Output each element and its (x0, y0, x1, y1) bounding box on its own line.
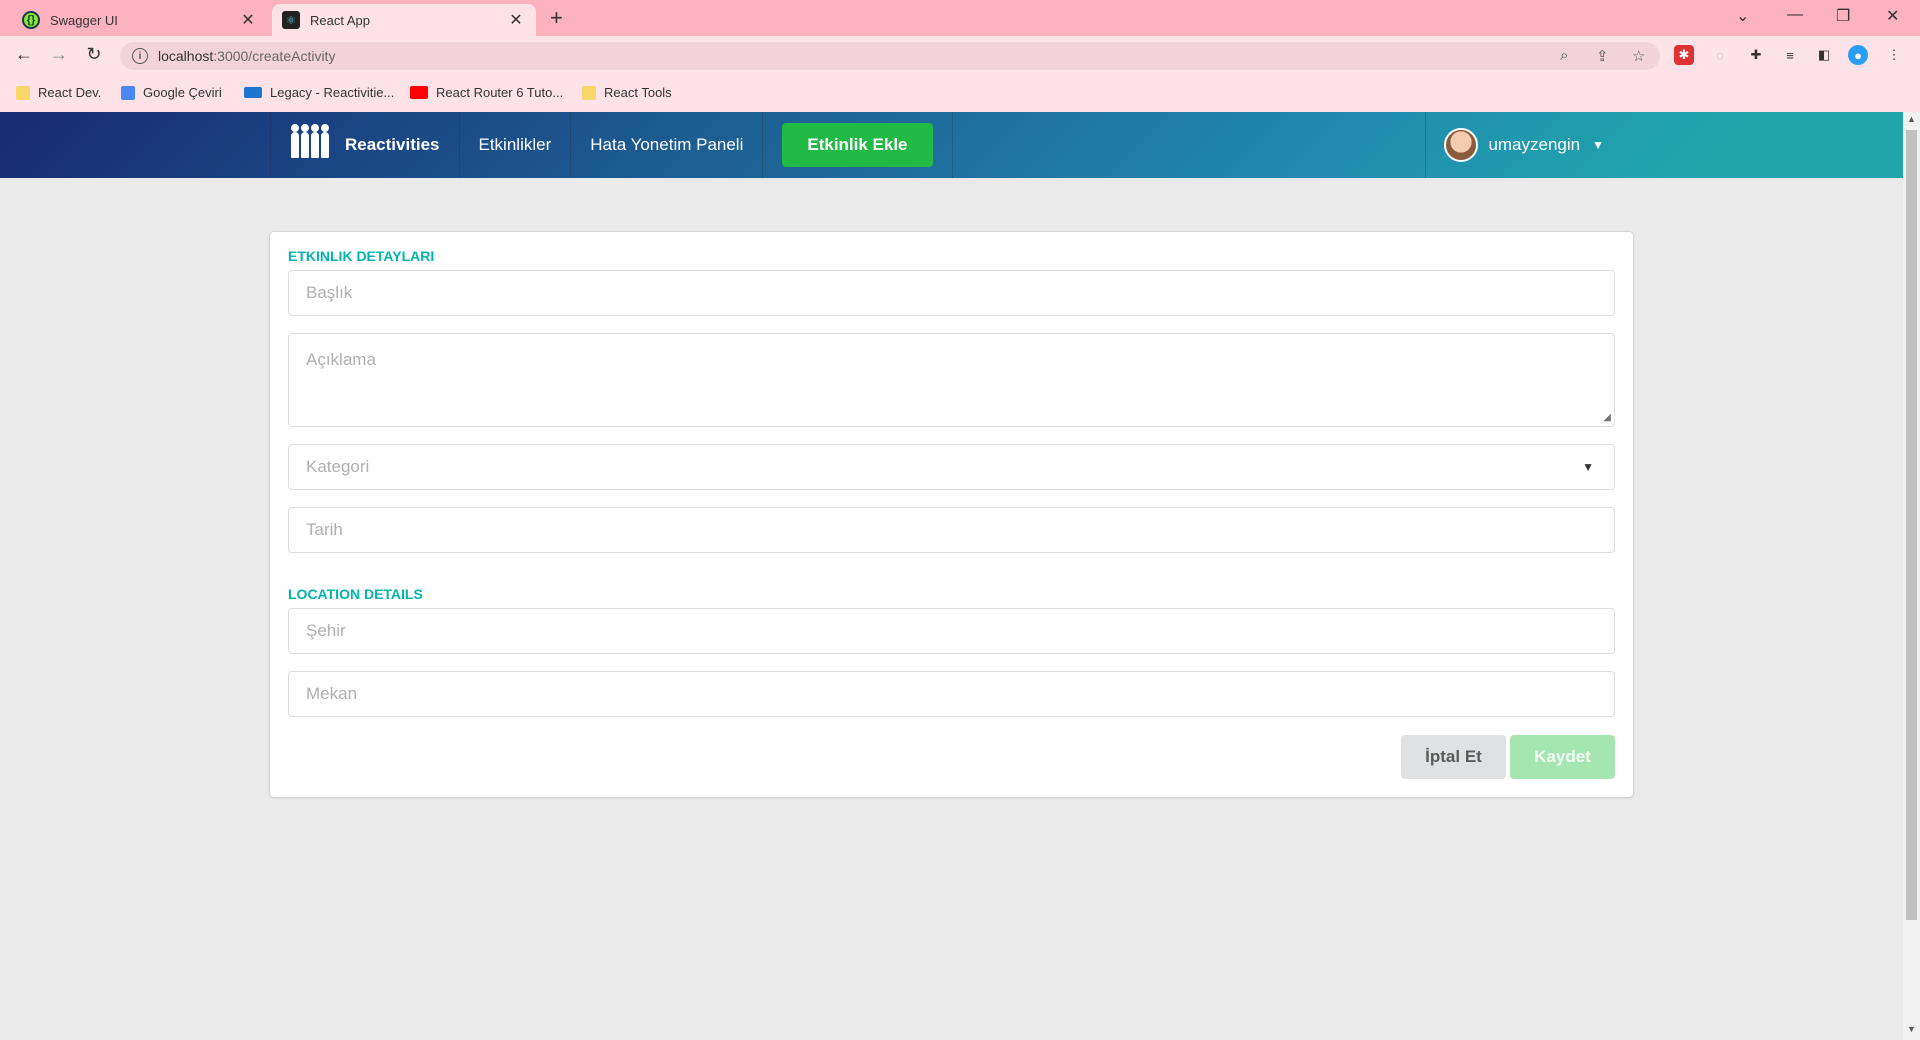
close-tab-icon[interactable]: ✕ (506, 10, 526, 30)
google-translate-icon (121, 85, 135, 100)
address-bar[interactable]: i localhost:3000/createActivity ⌕ ⇪ ☆ (120, 42, 1660, 70)
folder-icon (16, 85, 30, 100)
city-input[interactable]: Şehir (288, 608, 1615, 654)
venue-placeholder: Mekan (306, 684, 358, 703)
city-placeholder: Şehir (306, 621, 346, 640)
extensions-puzzle-icon[interactable]: ✚ (1746, 45, 1766, 65)
bookmark-label: React Tools (604, 85, 672, 100)
react-favicon-icon: ⚛ (282, 11, 300, 29)
tab-search-icon[interactable]: ⌄ (1736, 6, 1749, 26)
page-scrollbar[interactable]: ▲ ▼ (1903, 112, 1920, 1040)
onedrive-icon (244, 87, 262, 98)
save-button[interactable]: Kaydet (1510, 735, 1615, 779)
zoom-icon[interactable]: ⌕ (1560, 47, 1568, 64)
section-header-activity-details: ETKINLIK DETAYLARI (288, 248, 435, 264)
restore-icon[interactable]: ❐ (1836, 6, 1850, 26)
new-tab-icon[interactable]: + (550, 5, 563, 31)
bookmark-react-dev[interactable]: React Dev. (16, 85, 101, 100)
tab-title: Swagger UI (50, 12, 118, 28)
bookmark-label: Google Çeviri (143, 85, 222, 100)
tab-swagger-ui[interactable]: {} Swagger UI ✕ (12, 4, 268, 36)
scroll-down-icon[interactable]: ▼ (1903, 1024, 1920, 1034)
reactivities-logo-icon (291, 124, 331, 158)
bookmark-legacy-reactivities[interactable]: Legacy - Reactivitie... (244, 85, 394, 100)
reload-icon[interactable]: ↻ (82, 44, 106, 65)
user-menu[interactable]: umayzengin ▼ (1425, 112, 1623, 178)
extension-icon[interactable]: ◌ (1710, 45, 1730, 65)
bookmark-react-router[interactable]: React Router 6 Tuto... (410, 85, 563, 100)
side-panel-icon[interactable]: ◧ (1814, 45, 1834, 65)
bookmark-star-icon[interactable]: ☆ (1632, 47, 1645, 65)
extension-icon[interactable]: ✱ (1674, 45, 1694, 65)
date-input[interactable]: Tarih (288, 507, 1615, 553)
venue-input[interactable]: Mekan (288, 671, 1615, 717)
category-placeholder: Kategori (306, 457, 370, 476)
swagger-favicon-icon: {} (22, 11, 40, 29)
add-activity-button[interactable]: Etkinlik Ekle (782, 123, 933, 167)
media-control-icon[interactable]: ≡ (1780, 45, 1800, 65)
category-select[interactable]: Kategori ▼ (288, 444, 1615, 490)
folder-icon (582, 85, 596, 100)
nav-item-hata-yonetim-paneli[interactable]: Hata Yonetim Paneli (571, 112, 764, 178)
forward-icon[interactable]: → (47, 44, 71, 65)
title-placeholder: Başlık (306, 283, 353, 302)
bookmarks-bar: React Dev. Google Çeviri Legacy - Reacti… (0, 76, 1920, 112)
section-header-location-details: LOCATION DETAILS (288, 586, 423, 602)
avatar (1444, 128, 1479, 162)
brand-name: Reactivities (345, 135, 440, 154)
profile-icon[interactable]: ● (1848, 45, 1868, 65)
description-placeholder: Açıklama (306, 350, 376, 369)
title-input[interactable]: Başlık (288, 270, 1615, 316)
dropdown-arrow-icon: ▼ (1582, 460, 1594, 474)
bookmark-label: React Router 6 Tuto... (436, 85, 564, 100)
activity-form-card: ETKINLIK DETAYLARI Başlık Açıklama ◢ Kat… (270, 232, 1633, 797)
youtube-icon (410, 86, 428, 99)
back-icon[interactable]: ← (12, 44, 36, 65)
scroll-thumb[interactable] (1906, 130, 1917, 920)
cancel-button[interactable]: İptal Et (1401, 735, 1506, 779)
brand-link[interactable]: Reactivities (270, 112, 460, 178)
minimize-icon[interactable]: — (1787, 6, 1803, 24)
browser-tab-bar: {} Swagger UI ✕ ⚛ React App ✕ + ⌄ — ❐ ✕ (0, 0, 1920, 36)
username: umayzengin (1488, 135, 1581, 154)
site-info-icon[interactable]: i (132, 48, 148, 64)
nav-item-add-activity: Etkinlik Ekle (763, 112, 953, 178)
url-text: localhost:3000/createActivity (158, 48, 336, 64)
close-tab-icon[interactable]: ✕ (238, 10, 258, 30)
tab-title: React App (310, 12, 370, 28)
dropdown-caret-icon: ▼ (1592, 138, 1604, 152)
tab-react-app[interactable]: ⚛ React App ✕ (272, 4, 536, 36)
description-textarea[interactable]: Açıklama ◢ (288, 333, 1615, 427)
nav-item-etkinlikler[interactable]: Etkinlikler (460, 112, 572, 178)
share-icon[interactable]: ⇪ (1596, 47, 1609, 65)
resize-handle-icon[interactable]: ◢ (1603, 412, 1611, 423)
bookmark-google-ceviri[interactable]: Google Çeviri (121, 85, 222, 100)
date-placeholder: Tarih (306, 520, 343, 539)
scroll-up-icon[interactable]: ▲ (1903, 114, 1920, 124)
browser-toolbar: ← → ↻ i localhost:3000/createActivity ⌕ … (0, 36, 1920, 76)
menu-kebab-icon[interactable]: ⋮ (1884, 45, 1904, 65)
app-navbar: Reactivities Etkinlikler Hata Yonetim Pa… (0, 112, 1903, 178)
bookmark-label: React Dev. (38, 85, 102, 100)
close-window-icon[interactable]: ✕ (1886, 6, 1899, 26)
bookmark-react-tools[interactable]: React Tools (582, 85, 672, 100)
bookmark-label: Legacy - Reactivitie... (270, 85, 395, 100)
